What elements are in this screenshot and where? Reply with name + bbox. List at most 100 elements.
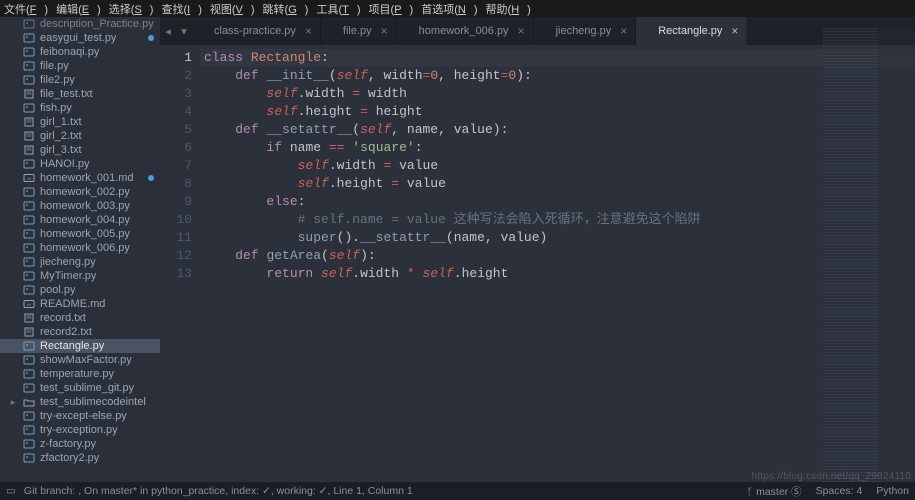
code-line[interactable]: return self.width * self.height xyxy=(200,265,915,283)
tab-arrow-dropdown[interactable]: ▾ xyxy=(176,17,192,45)
menu-t[interactable]: 工具(T) xyxy=(316,1,360,17)
tree-item-homework-005-py[interactable]: homework_005.py xyxy=(0,227,160,241)
tree-item-file-test-txt[interactable]: file_test.txt xyxy=(0,87,160,101)
tree-item-girl-2-txt[interactable]: girl_2.txt xyxy=(0,129,160,143)
tab-jiecheng-py[interactable]: jiecheng.py× xyxy=(534,17,637,45)
file-name-label: pool.py xyxy=(40,284,75,296)
tree-item-fish-py[interactable]: fish.py xyxy=(0,101,160,115)
code-line[interactable]: if name == 'square': xyxy=(200,139,915,157)
folder-file-icon xyxy=(22,397,36,407)
menu-p[interactable]: 项目(P) xyxy=(369,1,414,17)
tab-close-icon[interactable]: × xyxy=(518,24,525,38)
tree-item-jiecheng-py[interactable]: jiecheng.py xyxy=(0,255,160,269)
py-file-icon xyxy=(22,355,36,365)
tab-close-icon[interactable]: × xyxy=(620,24,627,38)
tree-item-record2-txt[interactable]: record2.txt xyxy=(0,325,160,339)
tree-item-feibonaqi-py[interactable]: feibonaqi.py xyxy=(0,45,160,59)
tree-item-homework-004-py[interactable]: homework_004.py xyxy=(0,213,160,227)
menu-f[interactable]: 文件(F) xyxy=(4,1,48,17)
tree-item-mytimer-py[interactable]: MyTimer.py xyxy=(0,269,160,283)
file-name-label: homework_004.py xyxy=(40,214,130,226)
file-name-label: girl_1.txt xyxy=(40,116,82,128)
tab-file-py[interactable]: file.py × xyxy=(321,17,397,45)
file-name-label: zfactory2.py xyxy=(40,452,99,464)
tree-item-homework-003-py[interactable]: homework_003.py xyxy=(0,199,160,213)
menu-i[interactable]: 查找(I) xyxy=(161,1,201,17)
tree-item-record-txt[interactable]: record.txt xyxy=(0,311,160,325)
menu-v[interactable]: 视图(V) xyxy=(210,1,255,17)
menu-e[interactable]: 编辑(E) xyxy=(56,1,101,17)
tree-item-hanoi-py[interactable]: HANOI.py xyxy=(0,157,160,171)
status-left[interactable]: Git branch: , On master* in python_pract… xyxy=(24,485,413,497)
file-name-label: jiecheng.py xyxy=(40,256,96,268)
tab-label: class-practice.py xyxy=(214,25,296,37)
code-line[interactable]: def getArea(self): xyxy=(200,247,915,265)
code-line[interactable]: class Rectangle: xyxy=(200,49,915,67)
tree-item-homework-006-py[interactable]: homework_006.py xyxy=(0,241,160,255)
code-line[interactable]: def __init__(self, width=0, height=0): xyxy=(200,67,915,85)
tree-item-homework-002-py[interactable]: homework_002.py xyxy=(0,185,160,199)
tree-item-file2-py[interactable]: file2.py xyxy=(0,73,160,87)
tree-item-girl-1-txt[interactable]: girl_1.txt xyxy=(0,115,160,129)
modified-dot-icon xyxy=(148,175,154,181)
tree-item-temperature-py[interactable]: temperature.py xyxy=(0,367,160,381)
code-line[interactable]: self.height = height xyxy=(200,103,915,121)
tree-item-try-except-else-py[interactable]: try-except-else.py xyxy=(0,409,160,423)
console-icon[interactable]: ▭ xyxy=(6,485,16,497)
tab-close-icon[interactable]: × xyxy=(305,24,312,38)
tab-close-icon[interactable]: × xyxy=(381,24,388,38)
modified-dot-icon xyxy=(148,35,154,41)
file-name-label: girl_3.txt xyxy=(40,144,82,156)
menu-n[interactable]: 首选项(N) xyxy=(421,1,477,17)
tree-item-test-sublime-git-py[interactable]: test_sublime_git.py xyxy=(0,381,160,395)
file-name-label: homework_005.py xyxy=(40,228,130,240)
tree-item-homework-001-md[interactable]: Mhomework_001.md xyxy=(0,171,160,185)
tab-label: file.py xyxy=(343,25,372,37)
file-tree[interactable]: description_Practice.pyeasygui_test.pyfe… xyxy=(0,17,160,482)
tree-item-z-factory-py[interactable]: z-factory.py xyxy=(0,437,160,451)
code-line[interactable]: self.width = width xyxy=(200,85,915,103)
tab-close-icon[interactable]: × xyxy=(731,24,738,38)
svg-text:M: M xyxy=(27,302,30,307)
tab-label: homework_006.py xyxy=(419,25,509,37)
file-name-label: girl_2.txt xyxy=(40,130,82,142)
menu-g[interactable]: 跳转(G) xyxy=(263,1,309,17)
tree-item-showmaxfactor-py[interactable]: showMaxFactor.py xyxy=(0,353,160,367)
tree-item-description-practice-py[interactable]: description_Practice.py xyxy=(0,17,160,31)
txt-file-icon xyxy=(22,117,36,127)
code-line[interactable]: self.height = value xyxy=(200,175,915,193)
tree-item-girl-3-txt[interactable]: girl_3.txt xyxy=(0,143,160,157)
tree-item-easygui-test-py[interactable]: easygui_test.py xyxy=(0,31,160,45)
watermark: https://blog.csdn.net/qq_29824110 xyxy=(752,471,911,482)
editor[interactable]: 12345678910111213 class Rectangle: def _… xyxy=(160,45,915,482)
tab-rectangle-py[interactable]: Rectangle.py× xyxy=(636,17,747,45)
tree-item-readme-md[interactable]: MREADME.md xyxy=(0,297,160,311)
menu-s[interactable]: 选择(S) xyxy=(109,1,154,17)
branch-icon: ᚶ xyxy=(747,486,753,498)
tab-class-practice-py[interactable]: class-practice.py × xyxy=(192,17,321,45)
tree-item-zfactory2-py[interactable]: zfactory2.py xyxy=(0,451,160,465)
status-bar: ▭ Git branch: , On master* in python_pra… xyxy=(0,482,915,500)
status-spaces[interactable]: Spaces: 4 xyxy=(816,485,863,497)
tab-homework-006-py[interactable]: homework_006.py × xyxy=(397,17,534,45)
file-name-label: test_sublimecodeintel xyxy=(40,396,146,408)
code-content[interactable]: class Rectangle: def __init__(self, widt… xyxy=(200,45,915,482)
tab-arrow-left[interactable]: ◂ xyxy=(160,17,176,45)
tree-item-rectangle-py[interactable]: Rectangle.py xyxy=(0,339,160,353)
git-branch-widget[interactable]: ᚶ master Ⓢ xyxy=(747,484,802,499)
code-line[interactable]: super().__setattr__(name, value) xyxy=(200,229,915,247)
menu-h[interactable]: 帮助(H) xyxy=(486,1,531,17)
file-name-label: try-except-else.py xyxy=(40,410,127,422)
tree-item-pool-py[interactable]: pool.py xyxy=(0,283,160,297)
code-line[interactable]: self.width = value xyxy=(200,157,915,175)
tree-item-try-exception-py[interactable]: try-exception.py xyxy=(0,423,160,437)
status-lang[interactable]: Python xyxy=(876,485,909,497)
file-name-label: description_Practice.py xyxy=(40,18,154,30)
tree-item-test-sublimecodeintel[interactable]: ▸test_sublimecodeintel xyxy=(0,395,160,409)
minimap[interactable] xyxy=(823,28,915,500)
tree-item-file-py[interactable]: file.py xyxy=(0,59,160,73)
file-name-label: z-factory.py xyxy=(40,438,96,450)
code-line[interactable]: # self.name = value 这种写法会陷入死循环，注意避免这个陷阱 xyxy=(200,211,915,229)
code-line[interactable]: def __setattr__(self, name, value): xyxy=(200,121,915,139)
code-line[interactable]: else: xyxy=(200,193,915,211)
